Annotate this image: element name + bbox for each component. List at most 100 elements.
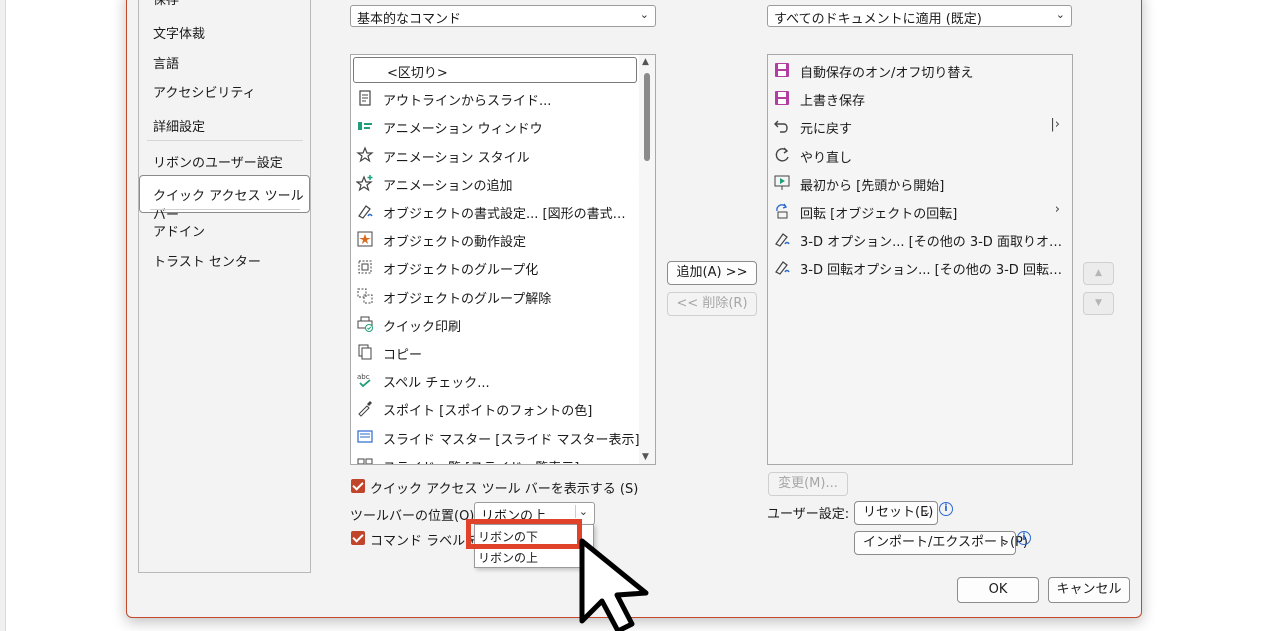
autosave-icon	[772, 60, 792, 80]
nav-item-label: クイック アクセス ツール バー	[153, 189, 304, 223]
format-icon	[355, 201, 375, 221]
slideshow-icon	[772, 173, 792, 193]
nav-item-trust-center[interactable]: トラスト センター	[153, 251, 261, 270]
copy-icon	[355, 342, 375, 362]
nav-item-save[interactable]: 保存	[153, 0, 179, 8]
command-list-item[interactable]: オブジェクトのグループ化	[351, 253, 655, 281]
3d-rotation-icon	[772, 257, 792, 277]
command-list-item[interactable]: オブジェクトのグループ解除	[351, 282, 655, 310]
nav-item-quick-access-toolbar[interactable]: クイック アクセス ツール バー	[139, 175, 310, 223]
list-item-label: コピー	[383, 348, 423, 363]
command-list-item[interactable]: オブジェクトの書式設定... [図形の書式…	[351, 197, 655, 225]
3d-options-icon	[772, 229, 792, 249]
toolbar-command-list-item[interactable]: 回転 [オブジェクトの回転] ›	[768, 197, 1072, 225]
show-labels-checkbox[interactable]	[351, 531, 365, 545]
nav-item-advanced[interactable]: 詳細設定	[153, 116, 205, 135]
command-list-item[interactable]: アウトラインからスライド...	[351, 84, 655, 112]
toolbar-command-list-item[interactable]: やり直し	[768, 141, 1072, 169]
animation-pane-icon	[355, 116, 375, 136]
command-list-item[interactable]: アニメーション ウィンドウ	[351, 112, 655, 140]
chevron-down-icon: ⌄	[1055, 8, 1065, 21]
save-icon	[772, 88, 792, 108]
list-item-label: 最初から [先頭から開始]	[800, 178, 945, 194]
chevron-down-icon: ⌄	[639, 8, 649, 21]
nav-item-addins[interactable]: アドイン	[153, 221, 205, 240]
customize-qat-for-select[interactable]: すべてのドキュメントに適用 (既定) ⌄	[767, 5, 1072, 27]
nav-item-proofing[interactable]: 文字体裁	[153, 23, 205, 42]
star-add-icon	[355, 173, 375, 193]
list-item-label: <区切り>	[387, 66, 448, 81]
print-icon	[355, 314, 375, 334]
import-export-button[interactable]: インポート/エクスポート(P) ⌄	[854, 531, 1028, 555]
chevron-right-icon: |›	[1050, 117, 1060, 133]
options-nav: 保存 文字体裁 言語 アクセシビリティ 詳細設定 リボンのユーザー設定 クイック…	[138, 0, 311, 573]
scroll-thumb[interactable]	[644, 73, 650, 161]
commands-scrollbar[interactable]: ▲ ▼	[639, 55, 655, 464]
slide-sorter-icon	[355, 455, 375, 464]
command-list-item[interactable]: スライド一覧 [スライド一覧表示]	[351, 451, 655, 464]
modify-button[interactable]: 変更(M)...	[768, 472, 848, 496]
toolbar-command-list-item[interactable]: 3-D 回転オプション... [その他の 3-D 回転…	[768, 253, 1072, 281]
nav-item-language[interactable]: 言語	[153, 53, 179, 72]
slide-master-icon	[355, 427, 375, 447]
command-list-item[interactable]: アニメーションの追加›	[351, 169, 655, 197]
list-item-label: オブジェクトのグループ解除	[383, 291, 552, 307]
command-list-item[interactable]: スライド マスター [スライド マスター表示]	[351, 423, 655, 451]
list-item-label: スペル チェック...	[383, 376, 490, 392]
action-icon	[355, 229, 375, 249]
command-list-item[interactable]: コピー	[351, 338, 655, 366]
cancel-button[interactable]: キャンセル	[1048, 577, 1130, 603]
show-qat-checkbox[interactable]	[351, 479, 365, 493]
toolbar-command-list-item[interactable]: 元に戻す |›	[768, 112, 1072, 140]
reset-button[interactable]: リセット(E) ⌄	[854, 501, 938, 525]
undo-icon	[772, 116, 792, 136]
highlight-box	[466, 519, 582, 549]
remove-button[interactable]: << 削除(R)	[667, 292, 757, 316]
ok-button[interactable]: OK	[957, 577, 1039, 603]
choose-commands-select[interactable]: 基本的なコマンド ⌄	[350, 5, 656, 27]
info-icon[interactable]: i	[1017, 531, 1031, 545]
select-value: すべてのドキュメントに適用 (既定)	[774, 12, 982, 27]
spellcheck-icon: abc	[355, 370, 375, 390]
commands-listbox[interactable]: <区切り> アウトラインからスライド... アニメーション ウィンドウ アニメーション…	[350, 54, 656, 465]
command-list-item[interactable]: <区切り>	[351, 56, 655, 84]
list-item-label: アニメーション スタイル	[383, 150, 530, 166]
nav-item-customize-ribbon[interactable]: リボンのユーザー設定	[153, 152, 283, 171]
command-list-item[interactable]: スポイト [スポイトのフォントの色]	[351, 394, 655, 422]
svg-text:abc: abc	[357, 373, 370, 381]
command-list-item[interactable]: オブジェクトの動作設定	[351, 225, 655, 253]
toolbar-position-label: ツールバーの位置(O)	[350, 509, 475, 524]
list-item-label: 3-D 回転オプション... [その他の 3-D 回転…	[800, 263, 1062, 279]
dropdown-option-above-ribbon[interactable]: リボンの上	[478, 549, 538, 566]
add-button[interactable]: 追加(A) >>	[667, 261, 757, 285]
list-item-label: やり直し	[800, 150, 853, 166]
list-item-label: 上書き保存	[800, 94, 866, 110]
list-item-label: 回転 [オブジェクトの回転]	[800, 207, 958, 222]
nav-item-accessibility[interactable]: アクセシビリティ	[153, 82, 256, 101]
move-up-button[interactable]: ▲	[1083, 262, 1114, 285]
redo-icon	[772, 145, 792, 165]
chevron-down-icon: ⌄	[1000, 537, 1009, 548]
toolbar-command-list-item[interactable]: 自動保存のオン/オフ切り替え	[768, 56, 1072, 84]
toolbar-command-list-item[interactable]: 上書き保存	[768, 84, 1072, 112]
nav-separator	[147, 140, 303, 141]
move-down-button[interactable]: ▼	[1083, 292, 1114, 315]
document-icon	[355, 88, 375, 108]
list-item-label: オブジェクトの書式設定... [図形の書式…	[383, 207, 626, 222]
eyedropper-icon	[355, 398, 375, 418]
chevron-down-icon: ⌄	[574, 505, 588, 518]
command-list-item[interactable]: abc スペル チェック...	[351, 366, 655, 394]
select-value: 基本的なコマンド	[357, 12, 462, 27]
show-qat-label: クイック アクセス ツール バーを表示する (S)	[370, 482, 639, 497]
list-item-label: スライド一覧 [スライド一覧表示]	[383, 457, 579, 464]
toolbar-command-list-item[interactable]: 3-D オプション... [その他の 3-D 面取りオ…	[768, 225, 1072, 253]
group-icon	[355, 257, 375, 277]
scroll-up-icon[interactable]: ▲	[642, 57, 649, 67]
toolbar-command-list-item[interactable]: 最初から [先頭から開始]	[768, 169, 1072, 197]
command-list-item[interactable]: アニメーション スタイル›	[351, 141, 655, 169]
scroll-down-icon[interactable]: ▼	[642, 452, 649, 462]
user-settings-label: ユーザー設定:	[767, 507, 850, 522]
command-list-item[interactable]: クイック印刷	[351, 310, 655, 338]
toolbar-commands-listbox[interactable]: 自動保存のオン/オフ切り替え上書き保存元に戻す |› やり直し最初から [先頭から開…	[767, 54, 1073, 465]
info-icon[interactable]: i	[939, 502, 953, 516]
